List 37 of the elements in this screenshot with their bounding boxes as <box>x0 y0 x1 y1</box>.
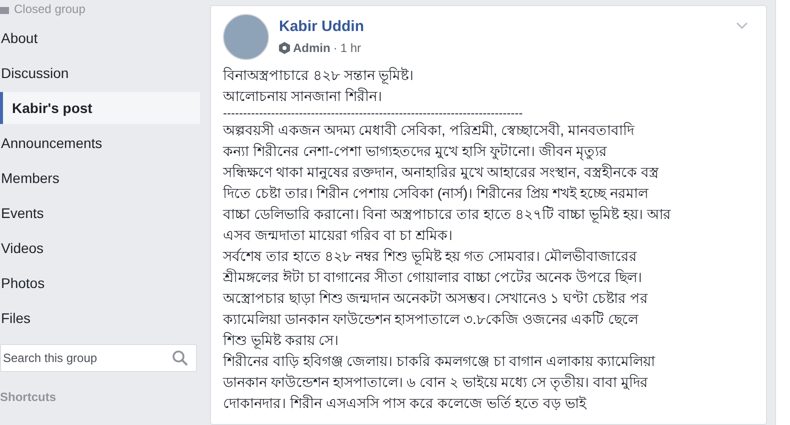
sidebar-item[interactable]: Members <box>0 162 200 194</box>
post-title-line: আলোচনায় সানজানা শিরীন। <box>223 86 383 106</box>
dashed-separator: --------------------------------------------------------------------------- <box>223 107 524 120</box>
post-title-line: বিনাঅস্ত্রপাচারে ৪২৮ সন্তান ভূমিষ্ট। <box>223 66 415 86</box>
group-type-label: Closed group <box>14 2 86 16</box>
post-text-line: সন্ধিক্ষণে থাকা মানুষের রক্তদান, অনাহারির মুখে আহারের সংস্থান, বস্ত্রহীনকে বস্ত্র <box>223 162 660 182</box>
section-heading: Shortcuts <box>0 390 58 404</box>
sidebar-item[interactable]: About <box>0 22 200 54</box>
role-label: Admin <box>293 41 330 55</box>
post-text-line: অল্পবয়সী একজন অদম্য মেধাবী সেবিকা, পরিশ্রমী, স্বেচ্ছাসেবী, মানবতাবাদি <box>223 120 636 140</box>
post-text-line: শিরীনের বাড়ি হবিগঞ্জ জেলায়। চাকরি কমলগঞ্জে চা বাগান এলাকায় ক্যামেলিয়া <box>223 352 656 371</box>
sidebar-item[interactable]: Photos <box>0 267 200 299</box>
badge-icon <box>279 42 290 54</box>
post-text-line: সর্বশেষ তার হাতে ৪২৮ নম্বর শিশু ভূমিষ্ট হয় গত সোমবার। মৌলভীবাজারের <box>223 246 638 267</box>
post-text-line: এসব জন্মদাতা মায়েরা গরিব বা চা শ্রমিক। <box>223 226 454 245</box>
post-text-line: দিতে চেষ্টা তার। শিরীন পেশায় সেবিকা (নার্স)। শিরীনের প্রিয় শখই হচ্ছে নরমাল <box>223 184 650 203</box>
post-text-line: শিশু ভূমিষ্ট করায় সে। <box>223 331 340 351</box>
post-text-line: বাচ্চা ডেলিভারি করানো। বিনা অস্ত্রপাচারে তার হাতে ৪২৭টি বাচ্চা ভূমিষ্ট হয়। আর <box>223 204 672 225</box>
sidebar-item[interactable]: Events <box>0 197 200 229</box>
post-text-line: শ্রীমঙ্গলের ঈটা চা বাগানের সীতা গোয়ালার বাচ্চা পেটের অনেক উপরে ছিল। <box>223 268 643 287</box>
sidebar-item[interactable]: Announcements <box>0 127 200 159</box>
post-time[interactable]: 1 hr <box>340 41 362 55</box>
sidebar-item[interactable]: Kabir's post <box>0 92 200 124</box>
post-text-line: ডানকান ফাউন্ডেশন হাসপাতালে। ৬ বোন ২ ভাইয়ে মধ্যে সে তৃতীয়। বাবা মুদির <box>223 372 649 393</box>
search-field[interactable]: Search this group <box>0 344 197 372</box>
search-icon <box>172 350 188 366</box>
post-text-line: কন্যা শিরীনের নেশা-পেশা ভাগ্যহতদের মুখে হাসি ফুটানো। জীবন মৃত্যুর <box>223 142 608 162</box>
sidebar-item[interactable]: Videos <box>0 232 200 264</box>
post-text-line: দোকানদার। শিরীন এসএসসি পাস করে কলেজে ভর্তি হতে বড় ভাই <box>223 394 588 413</box>
sidebar-item[interactable]: Discussion <box>0 57 200 89</box>
author-name[interactable]: Kabir Uddin <box>279 18 364 35</box>
post-text-line: অস্ত্রোপচার ছাড়া শিশু জন্মদান অনেকটা অসম্ভব। সেখানেও ১ ঘণ্টা চেষ্টার পর <box>223 288 649 308</box>
separator-dot: · <box>333 41 338 55</box>
post-text-line: ক্যামেলিয়া ডানকান ফাউন্ডেশন হাসপাতালে ৩.৮কেজি ওজনের একটি ছেলে <box>223 310 640 329</box>
avatar[interactable] <box>223 14 269 60</box>
sidebar-item[interactable]: Files <box>0 302 200 334</box>
chevron-down-icon[interactable] <box>736 22 748 30</box>
